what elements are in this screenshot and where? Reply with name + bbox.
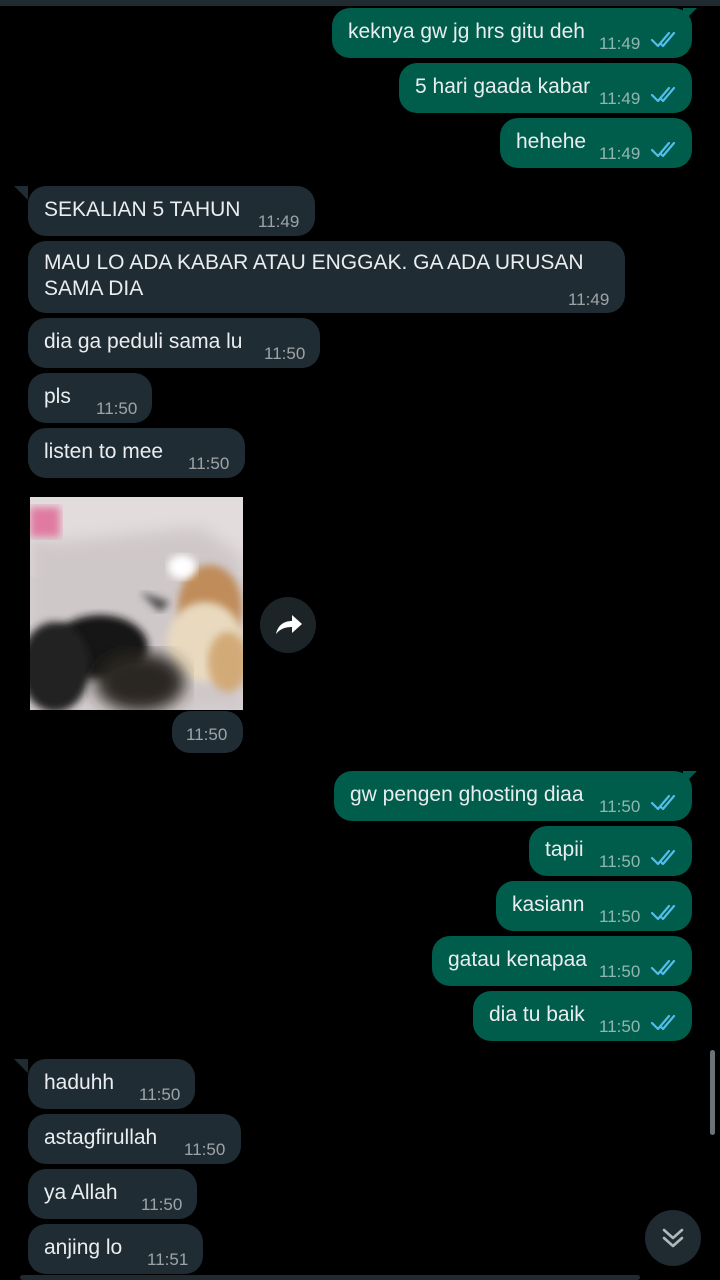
incoming-message[interactable]: anjing lo 11:51 [28, 1224, 203, 1274]
bubble-tail [14, 1059, 28, 1073]
cat-photo-image [30, 497, 243, 710]
outgoing-message[interactable]: 5 hari gaada kabar 11:49 [399, 63, 692, 113]
message-text: pls [44, 385, 71, 408]
message-text: gatau kenapaa [448, 948, 587, 971]
message-time: 11:50 [599, 797, 641, 816]
outgoing-message[interactable]: dia tu baik 11:50 [473, 991, 692, 1041]
double-check-icon [650, 86, 676, 103]
double-check-icon [650, 1014, 676, 1031]
message-text: dia ga peduli sama lu [44, 330, 243, 353]
double-check-icon [650, 849, 676, 866]
message-time: 11:50 [188, 454, 230, 473]
message-time: 11:50 [599, 907, 641, 926]
message-text-line: SAMA DIA [44, 277, 144, 300]
double-check-icon [650, 959, 676, 976]
outgoing-message[interactable]: gatau kenapaa 11:50 [432, 936, 692, 986]
message-time: 11:50 [264, 344, 306, 363]
incoming-message[interactable]: dia ga peduli sama lu 11:50 [28, 318, 320, 368]
incoming-message[interactable]: MAU LO ADA KABAR ATAU ENGGAK. GA ADA URU… [28, 241, 625, 313]
message-time: 11:50 [599, 962, 641, 981]
incoming-message[interactable]: astagfirullah 11:50 [28, 1114, 241, 1164]
outgoing-message[interactable]: kasiann 11:50 [496, 881, 692, 931]
double-check-icon [650, 904, 676, 921]
incoming-message[interactable]: listen to mee 11:50 [28, 428, 245, 478]
incoming-message[interactable]: SEKALIAN 5 TAHUN 11:49 [28, 186, 315, 236]
forward-arrow-icon [276, 615, 302, 634]
double-chevron-down-icon [662, 1228, 684, 1248]
media-time-badge: 11:50 [172, 711, 243, 753]
message-time: 11:49 [568, 290, 610, 309]
message-text: ya Allah [44, 1181, 118, 1204]
message-text: tapii [545, 838, 584, 861]
bubble-tail [683, 771, 697, 785]
message-time: 11:50 [599, 852, 641, 871]
message-time: 11:50 [599, 1017, 641, 1036]
message-text: listen to mee [44, 440, 164, 463]
message-text: dia tu baik [489, 1003, 585, 1026]
message-time: 11:49 [599, 144, 641, 163]
double-check-icon [650, 141, 676, 158]
incoming-message[interactable]: pls 11:50 [28, 373, 152, 423]
message-text: gw pengen ghosting diaa [350, 783, 584, 806]
message-text: kasiann [512, 893, 585, 916]
message-time: 11:49 [599, 89, 641, 108]
message-text: hehehe [516, 130, 587, 153]
message-text: astagfirullah [44, 1126, 158, 1149]
forward-button[interactable] [260, 597, 316, 653]
message-text: 5 hari gaada kabar [415, 75, 591, 98]
message-time: 11:50 [186, 725, 228, 744]
top-bar-edge [0, 0, 720, 6]
outgoing-message[interactable]: tapii 11:50 [529, 826, 692, 876]
double-check-icon [650, 794, 676, 811]
bubble-tail [14, 186, 28, 200]
message-time: 11:50 [96, 399, 138, 418]
message-time: 11:49 [258, 212, 300, 231]
media-image[interactable] [30, 497, 243, 710]
bubble-tail [683, 8, 697, 22]
message-time: 11:50 [139, 1085, 181, 1104]
message-time: 11:50 [141, 1195, 183, 1214]
outgoing-message[interactable]: gw pengen ghosting diaa 11:50 [334, 771, 692, 821]
message-text: SEKALIAN 5 TAHUN [44, 198, 241, 221]
incoming-message[interactable]: haduhh 11:50 [28, 1059, 195, 1109]
double-check-icon [650, 31, 676, 48]
outgoing-message[interactable]: hehehe 11:49 [500, 118, 692, 168]
message-time: 11:49 [599, 34, 641, 53]
message-text: keknya gw jg hrs gitu deh [348, 20, 585, 43]
message-time: 11:51 [147, 1250, 189, 1269]
message-time: 11:50 [184, 1140, 226, 1159]
message-text: haduhh [44, 1071, 115, 1094]
scrollbar-thumb[interactable] [710, 1050, 715, 1135]
scroll-to-bottom-button[interactable] [645, 1210, 701, 1266]
message-text: anjing lo [44, 1236, 123, 1259]
input-bar-edge [20, 1275, 640, 1280]
outgoing-message[interactable]: keknya gw jg hrs gitu deh 11:49 [332, 8, 692, 58]
incoming-message[interactable]: ya Allah 11:50 [28, 1169, 197, 1219]
message-text-line: MAU LO ADA KABAR ATAU ENGGAK. GA ADA URU… [44, 251, 584, 274]
chat-screen: keknya gw jg hrs gitu deh 11:49 5 hari g… [0, 0, 720, 1280]
